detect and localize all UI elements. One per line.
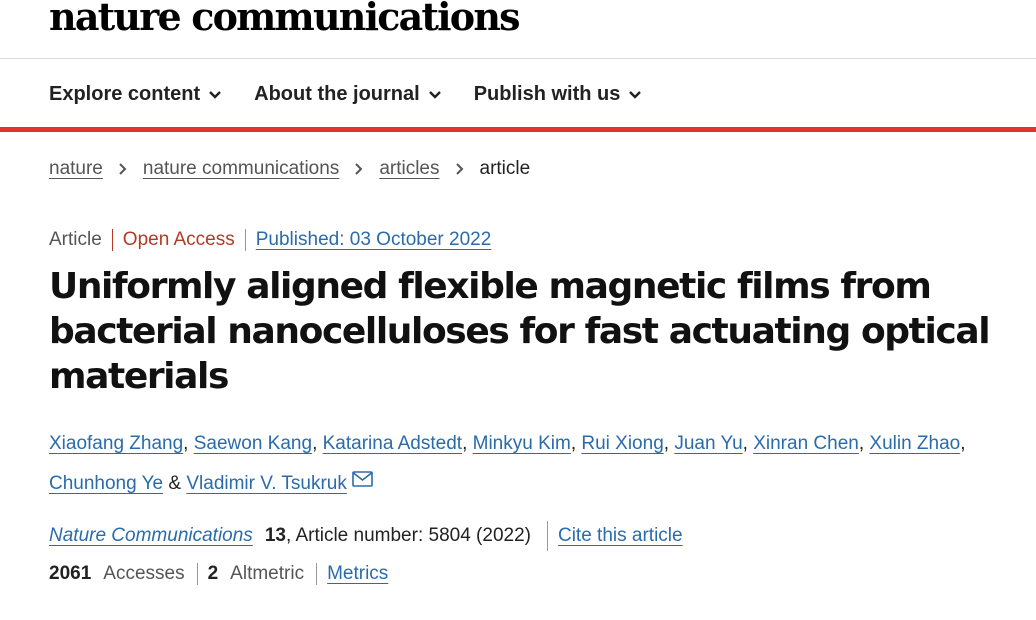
author-link[interactable]: Rui Xiong: [581, 433, 663, 454]
accesses-label: Accesses: [103, 563, 185, 584]
author-link[interactable]: Vladimir V. Tsukruk: [186, 473, 347, 494]
author-separator: ,: [570, 433, 582, 454]
altmetric-stat: 2 Altmetric: [196, 563, 316, 585]
open-access-badge: Open Access: [111, 229, 245, 251]
nav-publish-with-us[interactable]: Publish with us: [474, 83, 643, 106]
chevron-down-icon: [209, 91, 221, 99]
author-separator: ,: [960, 433, 966, 454]
author-separator: ,: [462, 433, 473, 454]
chevron-right-icon: [355, 163, 363, 175]
header-divider: [0, 58, 1036, 59]
accesses-stat: 2061 Accesses: [49, 563, 197, 585]
journal-link[interactable]: Nature Communications: [49, 525, 253, 547]
author-list: Xiaofang Zhang, Saewon Kang, Katarina Ad…: [49, 424, 1009, 504]
author-separator: ,: [663, 433, 675, 454]
author-link[interactable]: Saewon Kang: [194, 433, 312, 454]
nav-publish-with-us-label: Publish with us: [473, 82, 621, 105]
author-separator: ,: [183, 433, 194, 454]
breadcrumb-link-articles[interactable]: articles: [379, 158, 439, 180]
author-link[interactable]: Xiaofang Zhang: [49, 433, 183, 454]
author-link[interactable]: Katarina Adstedt: [323, 433, 462, 454]
author-separator: ,: [742, 433, 754, 454]
altmetric-count: 2: [207, 563, 219, 584]
nav-explore-content[interactable]: Explore content: [49, 83, 222, 106]
citation-line: Nature Communications 13 , Article numbe…: [49, 521, 683, 551]
author-separator: ,: [858, 433, 870, 454]
journal-logo[interactable]: nature communications: [49, 0, 521, 42]
chevron-down-icon: [428, 91, 441, 99]
chevron-right-icon: [119, 163, 127, 175]
breadcrumb-link-nature-communications[interactable]: nature communications: [143, 158, 339, 180]
metrics-link[interactable]: Metrics: [316, 563, 388, 585]
chevron-down-icon: [629, 91, 642, 99]
author-link[interactable]: Xinran Chen: [753, 433, 859, 454]
nav-about-journal[interactable]: About the journal: [254, 83, 442, 106]
author-separator: &: [163, 473, 187, 494]
author-link[interactable]: Chunhong Ye: [49, 473, 163, 494]
author-separator: ,: [312, 433, 323, 454]
author-link[interactable]: Juan Yu: [674, 433, 742, 454]
envelope-icon[interactable]: [352, 471, 373, 487]
volume-number: 13: [264, 525, 286, 546]
breadcrumb-current: article: [479, 158, 531, 179]
article-title: Uniformly aligned flexible magnetic film…: [49, 266, 991, 397]
breadcrumb-link-nature[interactable]: nature: [49, 158, 103, 180]
published-date-link[interactable]: Published: 03 October 2022: [244, 229, 491, 251]
nav-explore-content-label: Explore content: [49, 82, 201, 105]
accesses-count: 2061: [49, 563, 92, 584]
author-link[interactable]: Minkyu Kim: [473, 433, 571, 454]
breadcrumb: nature nature communications articles ar…: [49, 158, 530, 180]
chevron-right-icon: [455, 163, 463, 175]
article-type: Article: [49, 229, 102, 250]
author-link[interactable]: Xulin Zhao: [869, 433, 960, 454]
article-meta: Article Open Access Published: 03 Octobe…: [49, 229, 491, 251]
header-accent-bar: [0, 127, 1036, 132]
article-number: , Article number: 5804 (2022): [285, 525, 531, 546]
main-nav: Explore content About the journal Publis…: [49, 76, 674, 112]
cite-this-article-link[interactable]: Cite this article: [546, 521, 683, 551]
nav-about-journal-label: About the journal: [254, 82, 420, 105]
article-metrics: 2061 Accesses 2 Altmetric Metrics: [49, 563, 388, 585]
altmetric-label: Altmetric: [230, 563, 305, 584]
